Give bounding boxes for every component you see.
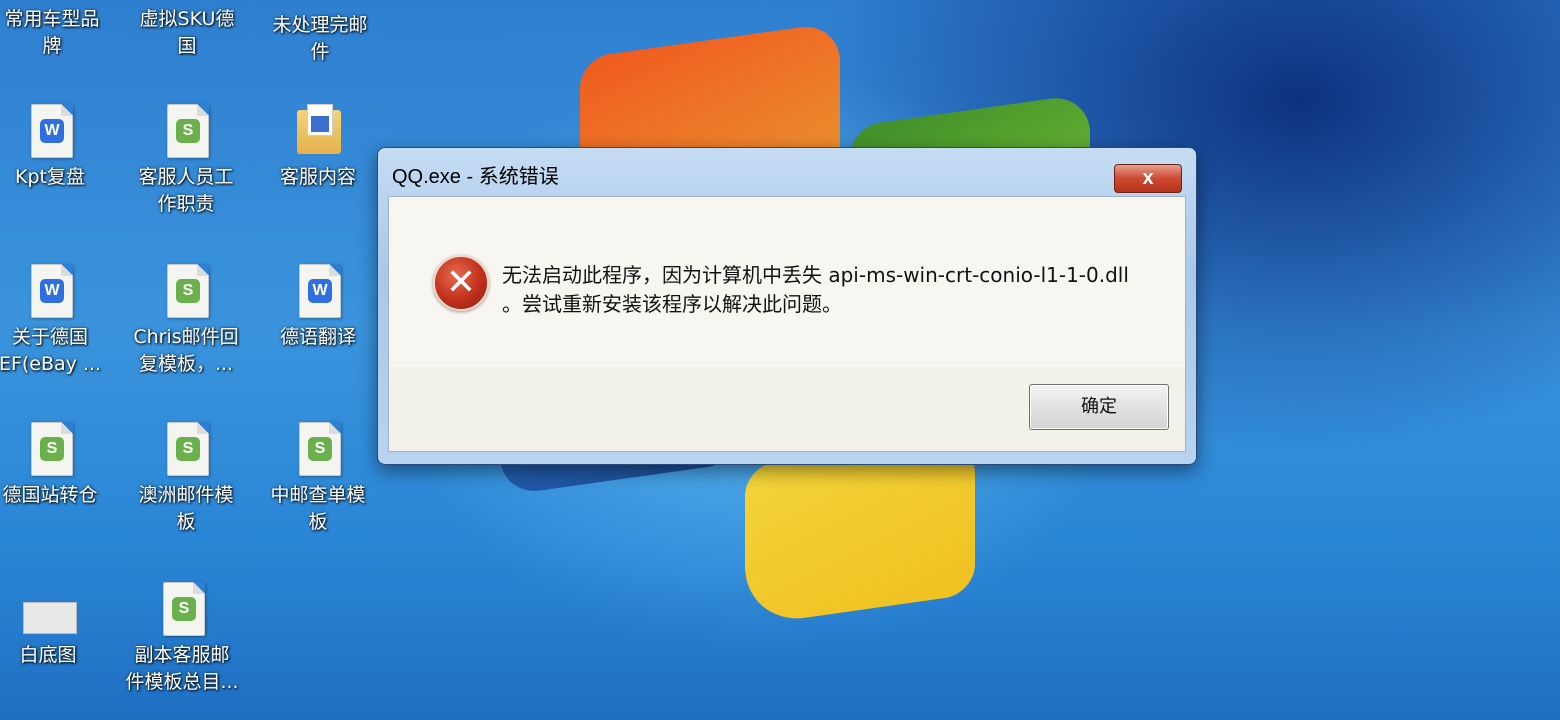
desktop-icon-chris-templates[interactable]: S Chris邮件回 复模板，... — [126, 264, 246, 378]
desktop-icon-white-bg-image[interactable]: 白底图 — [0, 582, 108, 669]
message-area: ✕ 无法启动此程序，因为计算机中丢失 api-ms-win-crt-conio-… — [389, 197, 1185, 367]
error-message-line1: 无法启动此程序，因为计算机中丢失 api-ms-win-crt-conio-l1… — [502, 263, 1129, 287]
error-message-line2: 。尝试重新安装该程序以解决此问题。 — [502, 292, 842, 316]
folder-icon — [297, 104, 341, 154]
icon-label: 关于德国 — [11, 326, 88, 348]
icon-label: 德国站转仓 — [2, 484, 98, 506]
icon-label: 板 — [308, 511, 328, 533]
icon-label: 澳洲邮件模 — [138, 484, 234, 506]
spreadsheet-icon: S — [167, 264, 209, 318]
icon-label: 作职责 — [157, 193, 215, 215]
icon-label: 白底图 — [19, 644, 77, 666]
icon-label: 件 — [310, 41, 330, 63]
icon-label: 板 — [176, 511, 196, 533]
image-file-icon — [23, 602, 77, 634]
ok-button[interactable]: 确定 — [1029, 384, 1169, 430]
icon-label: 常用车型品 — [4, 8, 100, 30]
desktop-icon-about-germany[interactable]: W 关于德国 EF(eBay ... — [0, 264, 110, 378]
close-button[interactable]: x — [1114, 164, 1182, 193]
desktop-icon-germany-warehouse[interactable]: S 德国站转仓 — [0, 422, 110, 509]
dialog-body: ✕ 无法启动此程序，因为计算机中丢失 api-ms-win-crt-conio-… — [388, 196, 1186, 452]
desktop-icon-kpt-review[interactable]: W Kpt复盘 — [0, 104, 110, 191]
icon-label: 未处理完邮 — [272, 14, 368, 36]
desktop-icon-cs-duties[interactable]: S 客服人员工 作职责 — [126, 104, 246, 218]
icon-label: 复模板，... — [138, 353, 234, 375]
word-document-icon: W — [31, 104, 73, 158]
icon-label: 德语翻译 — [279, 326, 356, 348]
icon-label: EF(eBay ... — [0, 353, 102, 375]
desktop-icon-cs-content[interactable]: 客服内容 — [258, 104, 378, 191]
desktop-icon-copy-cs-templates[interactable]: S 副本客服邮 件模板总目... — [122, 582, 242, 696]
desktop-icon-virtual-sku[interactable]: 虚拟SKU德 国 — [127, 6, 247, 60]
icon-label: Kpt复盘 — [15, 166, 85, 188]
spreadsheet-icon: S — [167, 422, 209, 476]
icon-label: 件模板总目... — [125, 671, 239, 693]
word-document-icon: W — [299, 264, 341, 318]
icon-label: Chris邮件回 — [133, 326, 239, 348]
icon-label: 副本客服邮 — [134, 644, 230, 666]
desktop-icon-common-car-brands[interactable]: 常用车型品 牌 — [0, 6, 112, 60]
spreadsheet-icon: S — [299, 422, 341, 476]
icon-label: 客服内容 — [279, 166, 356, 188]
dialog-title: QQ.exe - 系统错误 — [392, 166, 559, 188]
icon-label: 客服人员工 — [138, 166, 234, 188]
system-error-dialog: QQ.exe - 系统错误 x ✕ 无法启动此程序，因为计算机中丢失 api-m… — [377, 147, 1197, 465]
word-document-icon: W — [31, 264, 73, 318]
icon-label: 虚拟SKU德 — [139, 8, 235, 30]
spreadsheet-icon: S — [167, 104, 209, 158]
icon-label: 中邮查单模 — [270, 484, 366, 506]
desktop-icon-china-post-template[interactable]: S 中邮查单模 板 — [258, 422, 378, 536]
desktop-icon-german-translation[interactable]: W 德语翻译 — [258, 264, 378, 351]
spreadsheet-icon: S — [31, 422, 73, 476]
error-icon: ✕ — [433, 255, 489, 311]
icon-label: 牌 — [42, 35, 62, 57]
desktop-icon-australia-templates[interactable]: S 澳洲邮件模 板 — [126, 422, 246, 536]
icon-label: 国 — [177, 35, 197, 57]
spreadsheet-icon: S — [163, 582, 205, 636]
desktop-icon-unprocessed-mail[interactable]: 未处理完邮 件 — [260, 12, 380, 66]
